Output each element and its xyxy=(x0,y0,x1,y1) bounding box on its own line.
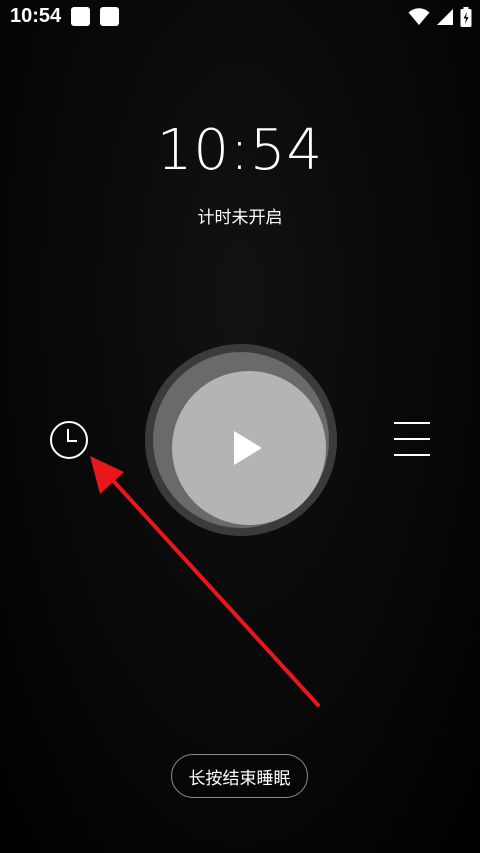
timer-clock-button[interactable] xyxy=(46,419,92,465)
status-time: 10:54 xyxy=(10,5,62,27)
menu-icon-line xyxy=(394,438,430,440)
system-icons xyxy=(408,6,472,28)
status-bar: 10:54 xyxy=(0,0,480,34)
sleep-timer-screen: 10:54 10:54 计时未开启 长按结束睡眠 xyxy=(0,0,480,853)
end-sleep-button[interactable]: 长按结束睡眠 xyxy=(171,754,308,798)
play-icon xyxy=(234,431,262,465)
menu-icon-line xyxy=(394,454,430,456)
clock-icon xyxy=(50,421,88,459)
notification-icon xyxy=(100,7,119,26)
wifi-icon xyxy=(408,8,430,25)
play-button[interactable] xyxy=(172,371,326,525)
notification-icon xyxy=(71,7,90,26)
play-ring xyxy=(153,352,329,528)
battery-charging-icon xyxy=(460,7,472,27)
timer-status: 计时未开启 xyxy=(197,208,283,228)
play-control xyxy=(145,344,337,536)
menu-icon-line xyxy=(394,422,430,424)
signal-icon xyxy=(437,9,453,25)
current-time: 10:54 xyxy=(156,118,324,183)
menu-button[interactable] xyxy=(392,420,434,460)
